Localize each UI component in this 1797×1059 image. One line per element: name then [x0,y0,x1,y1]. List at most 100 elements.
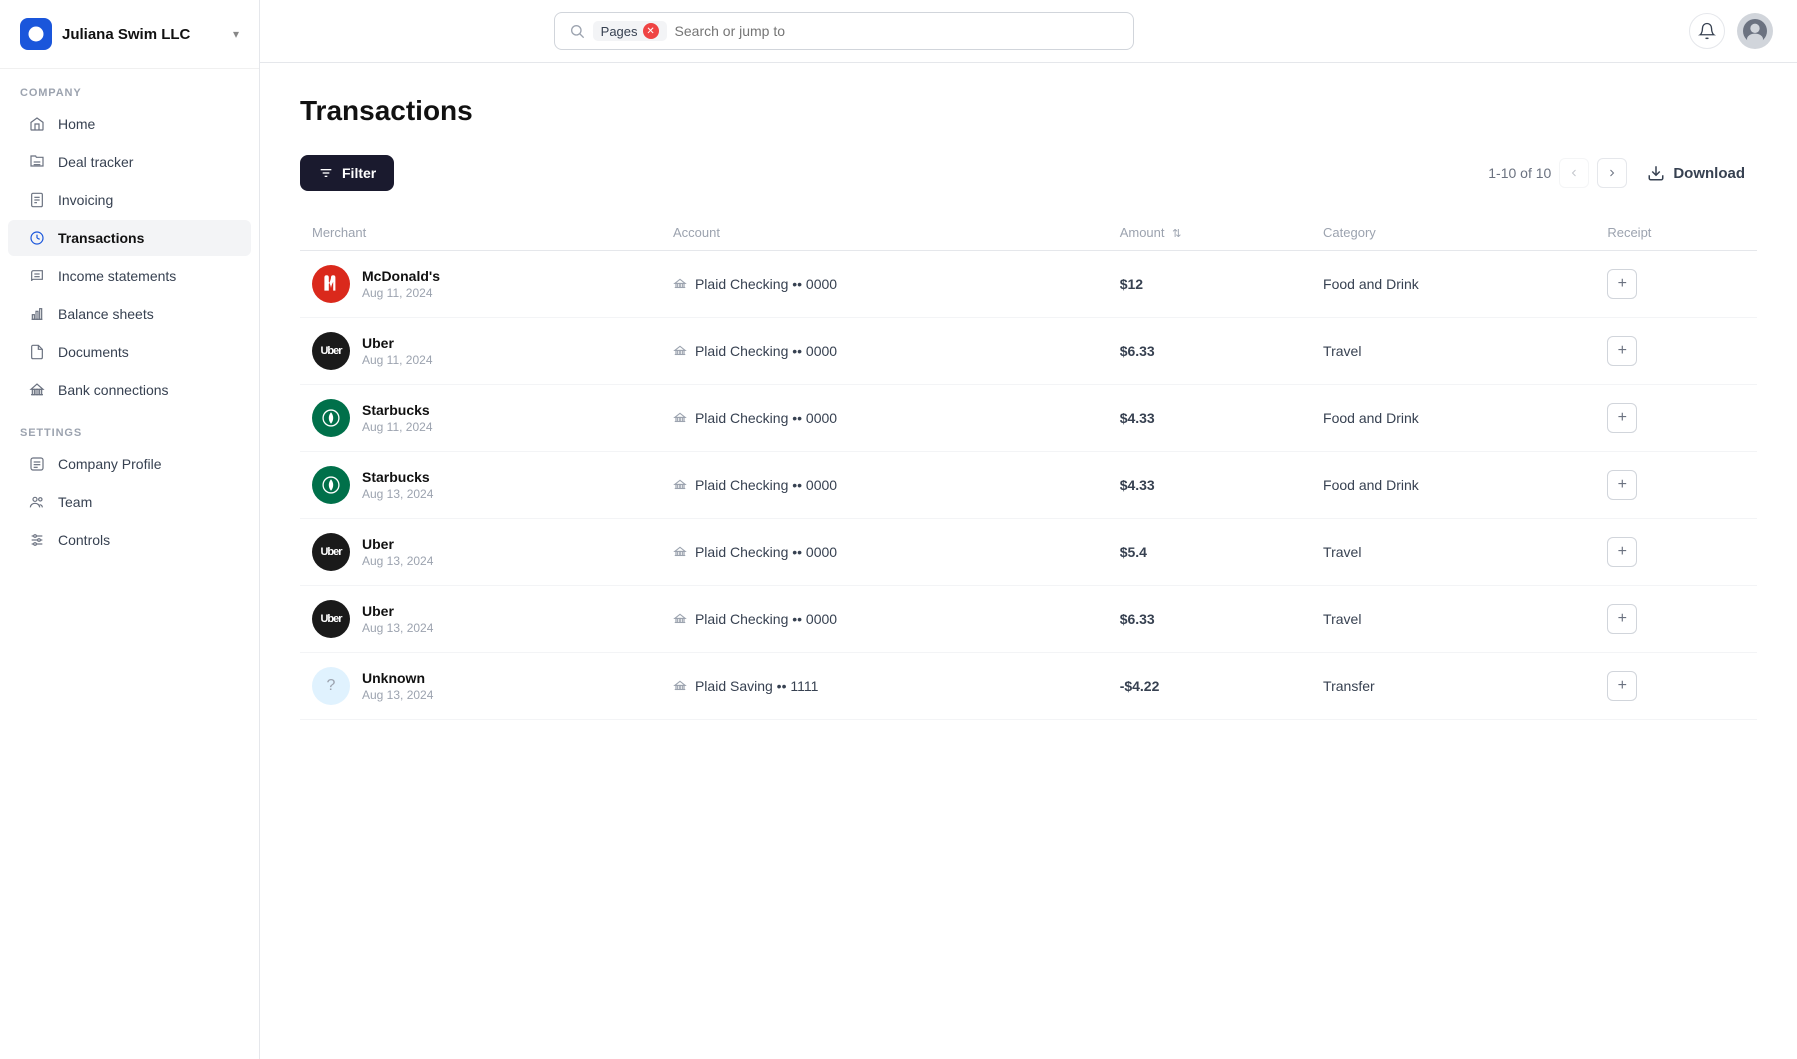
bank-icon [673,277,687,291]
bank-icon [673,478,687,492]
sort-icon[interactable]: ⇅ [1172,228,1181,240]
sidebar-item-invoicing[interactable]: Invoicing [8,182,251,218]
category-cell: Transfer [1311,653,1595,720]
amount-value: $6.33 [1120,611,1155,627]
col-account: Account [661,215,1108,251]
next-page-button[interactable] [1597,158,1627,188]
invoice-icon [28,191,46,209]
table-row: Starbucks Aug 11, 2024 Plaid Checking ••… [300,385,1757,452]
download-button[interactable]: Download [1635,156,1757,190]
account-name: Plaid Checking •• 0000 [695,611,837,627]
search-input[interactable] [675,23,1119,39]
category-value: Food and Drink [1323,477,1419,493]
merchant-logo: ? [312,667,350,705]
merchant-logo: Uber [312,332,350,370]
pagination-text: 1-10 of 10 [1488,165,1551,181]
add-receipt-button[interactable]: + [1607,671,1637,701]
download-label: Download [1673,165,1745,182]
amount-value: $4.33 [1120,477,1155,493]
sidebar-item-invoicing-label: Invoicing [58,192,113,208]
merchant-logo [312,466,350,504]
merchant-date: Aug 11, 2024 [362,286,440,300]
svg-text:J: J [33,29,38,39]
col-amount: Amount ⇅ [1108,215,1311,251]
profile-icon [28,455,46,473]
sidebar-item-team[interactable]: Team [8,484,251,520]
account-name: Plaid Saving •• 1111 [695,678,818,694]
amount-cell: $4.33 [1108,385,1311,452]
page-title: Transactions [300,95,1757,127]
account-name: Plaid Checking •• 0000 [695,410,837,426]
amount-cell: $6.33 [1108,586,1311,653]
user-avatar[interactable] [1737,13,1773,49]
sidebar-item-deal-tracker[interactable]: Deal tracker [8,144,251,180]
sidebar-item-documents-label: Documents [58,344,129,360]
topbar: Pages ✕ [260,0,1797,63]
merchant-logo [312,399,350,437]
search-filter-tag[interactable]: Pages ✕ [593,21,667,41]
search-bar[interactable]: Pages ✕ [554,12,1134,50]
search-tag-remove-button[interactable]: ✕ [643,23,659,39]
receipt-cell: + [1595,251,1757,318]
filter-label: Filter [342,165,376,181]
merchant-name: McDonald's [362,268,440,284]
receipt-cell: + [1595,586,1757,653]
account-cell: Plaid Checking •• 0000 [661,586,1108,653]
notification-button[interactable] [1689,13,1725,49]
document-icon [28,343,46,361]
company-switcher[interactable]: J Juliana Swim LLC ▾ [0,0,259,69]
merchant-cell: Uber Uber Aug 13, 2024 [300,586,661,653]
category-value: Travel [1323,544,1361,560]
add-receipt-button[interactable]: + [1607,470,1637,500]
col-merchant: Merchant [300,215,661,251]
controls-icon [28,531,46,549]
add-receipt-button[interactable]: + [1607,336,1637,366]
bank-icon [673,344,687,358]
account-name: Plaid Checking •• 0000 [695,343,837,359]
table-row: Uber Uber Aug 13, 2024 Plaid Checking ••… [300,519,1757,586]
add-receipt-button[interactable]: + [1607,269,1637,299]
account-name: Plaid Checking •• 0000 [695,544,837,560]
sidebar-item-company-profile[interactable]: Company Profile [8,446,251,482]
merchant-name: Starbucks [362,402,433,418]
prev-page-button[interactable] [1559,158,1589,188]
amount-value: $12 [1120,276,1143,292]
sidebar-item-transactions-label: Transactions [58,230,144,246]
col-category: Category [1311,215,1595,251]
bank-icon [673,679,687,693]
sidebar-item-transactions[interactable]: Transactions [8,220,251,256]
main-content: Pages ✕ Transactions Filter 1-10 of 10 [260,0,1797,1059]
sidebar-item-income-statements[interactable]: Income statements [8,258,251,294]
merchant-date: Aug 13, 2024 [362,621,433,635]
add-receipt-button[interactable]: + [1607,537,1637,567]
add-receipt-button[interactable]: + [1607,604,1637,634]
add-receipt-button[interactable]: + [1607,403,1637,433]
merchant-cell: ? Unknown Aug 13, 2024 [300,653,661,720]
sidebar-item-documents[interactable]: Documents [8,334,251,370]
category-value: Travel [1323,343,1361,359]
sidebar-item-balance-sheets[interactable]: Balance sheets [8,296,251,332]
merchant-cell: Starbucks Aug 13, 2024 [300,452,661,519]
bank-icon [673,545,687,559]
receipt-cell: + [1595,385,1757,452]
sidebar-item-bank-connections[interactable]: Bank connections [8,372,251,408]
home-icon [28,115,46,133]
bank-icon [673,612,687,626]
account-cell: Plaid Checking •• 0000 [661,385,1108,452]
filter-button[interactable]: Filter [300,155,394,191]
amount-value: $6.33 [1120,343,1155,359]
category-cell: Food and Drink [1311,452,1595,519]
search-icon [569,23,585,39]
merchant-name: Unknown [362,670,433,686]
sidebar-item-home[interactable]: Home [8,106,251,142]
topbar-right [1689,13,1773,49]
table-row: ? Unknown Aug 13, 2024 Plaid Saving •• 1… [300,653,1757,720]
merchant-date: Aug 13, 2024 [362,487,433,501]
merchant-date: Aug 11, 2024 [362,420,433,434]
sidebar-item-deal-tracker-label: Deal tracker [58,154,133,170]
team-icon [28,493,46,511]
sidebar-item-controls[interactable]: Controls [8,522,251,558]
sidebar-section-settings: Settings [0,409,259,445]
col-receipt: Receipt [1595,215,1757,251]
chevron-down-icon: ▾ [233,27,239,41]
